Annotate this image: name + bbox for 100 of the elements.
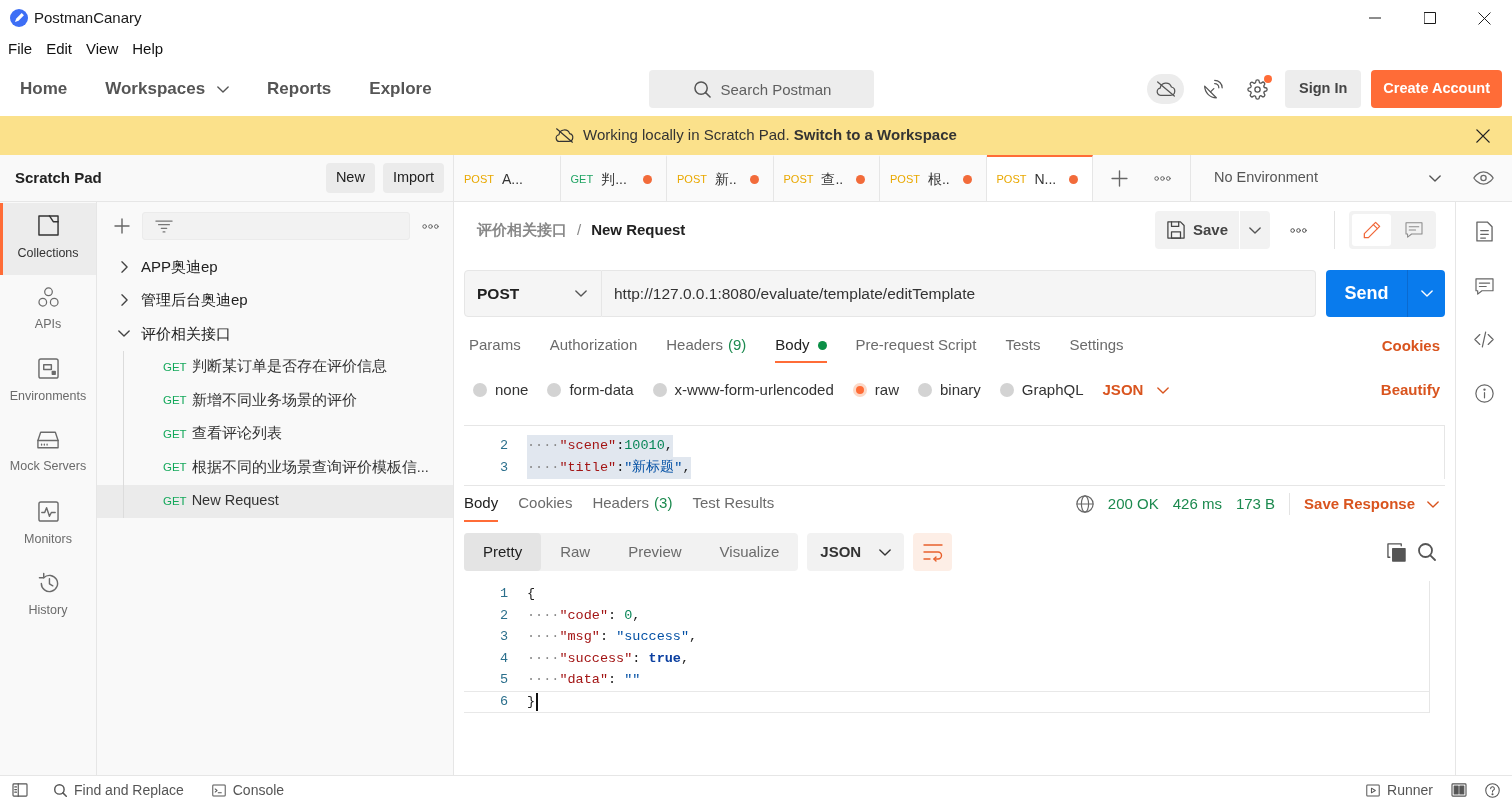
two-pane-icon[interactable] [1451, 783, 1467, 797]
request-tab[interactable]: POST A... [454, 155, 561, 201]
menu-item[interactable]: File [1, 38, 40, 60]
sidebar-button[interactable]: Import [382, 163, 444, 193]
save-response-button[interactable]: Save Response [1304, 492, 1439, 516]
help-icon[interactable] [1485, 782, 1500, 798]
environment-select[interactable]: No Environment [1190, 155, 1455, 201]
eye-icon[interactable] [1473, 171, 1494, 185]
radio-button[interactable] [999, 383, 1014, 397]
document-icon[interactable] [1475, 221, 1493, 242]
format-select[interactable]: JSON [1102, 378, 1170, 402]
sidebar-nav-item[interactable]: Environments [0, 346, 96, 418]
maximize-icon[interactable] [1423, 12, 1436, 24]
info-icon[interactable] [1474, 384, 1494, 403]
view-tab[interactable]: Pretty [464, 533, 542, 571]
wrap-lines-button[interactable] [913, 533, 953, 571]
sidebar-nav-item[interactable]: Mock Servers [0, 417, 96, 489]
body-type-option[interactable]: GraphQL [999, 378, 1084, 402]
code-icon[interactable] [1474, 331, 1494, 348]
window-title: PostmanCanary [34, 7, 142, 28]
request-tab[interactable]: POST 根.. [880, 155, 987, 201]
nav-link[interactable]: Workspaces [105, 76, 230, 102]
view-tab[interactable]: Preview [609, 533, 701, 571]
console-button[interactable]: Console [211, 779, 285, 801]
editor-tab[interactable]: Tests [1005, 330, 1041, 363]
request-tab[interactable]: POST 新.. [667, 155, 774, 201]
chevron-down-icon [1429, 174, 1441, 182]
sidebar-nav-item[interactable]: History [0, 560, 96, 632]
request-tab[interactable]: GET 判... [560, 155, 667, 201]
menu-item[interactable]: View [79, 38, 126, 60]
breadcrumb-link[interactable]: 评价相关接口 [477, 218, 567, 242]
satellite-dish-icon[interactable] [1203, 79, 1223, 99]
collection-item[interactable]: 评价相关接口 [97, 317, 453, 351]
radio-button[interactable] [652, 383, 667, 397]
more-icon[interactable] [1154, 175, 1171, 181]
code-line: } [527, 692, 536, 711]
response-tab[interactable]: Body [464, 486, 499, 522]
comment-icon[interactable] [1474, 278, 1494, 295]
body-type-option[interactable]: form-data [547, 378, 634, 402]
editor-tab[interactable]: Headers (9) [666, 330, 747, 363]
cloud-button[interactable] [1147, 74, 1184, 104]
method-select[interactable]: POST [464, 270, 602, 317]
radio-button[interactable] [473, 383, 487, 397]
beautify-link[interactable]: Beautify [1380, 378, 1440, 402]
nav-link[interactable]: Home [20, 76, 68, 102]
sidebar-nav-item[interactable]: APIs [0, 274, 96, 346]
radio-button[interactable] [917, 383, 932, 397]
runner-button[interactable]: Runner [1366, 779, 1433, 801]
switch-workspace-link[interactable]: Switch to a Workspace [793, 126, 957, 144]
menu-item[interactable]: Help [125, 38, 171, 60]
editor-tab[interactable]: Settings [1069, 330, 1124, 363]
format-select[interactable]: JSON [807, 533, 905, 571]
search-field[interactable]: Search Postman [648, 70, 874, 108]
close-icon[interactable] [1478, 11, 1491, 25]
copy-icon[interactable] [1387, 542, 1406, 562]
search-icon[interactable] [1418, 543, 1436, 561]
sidebar-button[interactable]: New [325, 163, 375, 193]
body-type-option[interactable]: binary [917, 378, 981, 402]
method-label: POST [890, 171, 920, 187]
view-tab[interactable]: Raw [541, 533, 610, 571]
sidebar-icon[interactable] [12, 783, 28, 797]
request-tab[interactable]: POST N... [986, 155, 1093, 201]
cookies-link[interactable]: Cookies [1381, 335, 1440, 358]
body-type-option[interactable]: x-www-form-urlencoded [652, 378, 834, 402]
more-icon[interactable] [422, 223, 439, 229]
plus-icon[interactable] [1111, 169, 1128, 187]
find-replace-button[interactable]: Find and Replace [54, 779, 184, 801]
close-icon[interactable] [1476, 128, 1490, 143]
editor-tab[interactable]: Body [775, 330, 827, 363]
editor-tab[interactable]: Params [469, 330, 521, 363]
response-tab[interactable]: Headers (3) [592, 486, 673, 522]
plus-icon[interactable] [114, 218, 130, 234]
more-icon[interactable] [1290, 227, 1307, 233]
mode-toggle-button[interactable] [1352, 214, 1391, 246]
body-type-option[interactable]: raw [852, 378, 899, 402]
line-number: 3 [498, 459, 508, 477]
nav-link[interactable]: Explore [369, 76, 432, 102]
response-tab[interactable]: Test Results [692, 486, 775, 522]
sidebar-nav-item[interactable]: Monitors [0, 489, 96, 561]
collection-item[interactable]: 管理后台奥迪ep [97, 283, 453, 317]
editor-tab[interactable]: Pre-request Script [855, 330, 977, 363]
request-item[interactable]: GET New Request [97, 484, 453, 518]
sign-in-button[interactable]: Sign In [1285, 70, 1362, 108]
menu-item[interactable]: Edit [39, 38, 80, 60]
request-tab[interactable]: POST 查.. [773, 155, 880, 201]
radio-button[interactable] [547, 383, 562, 397]
filter-field[interactable] [142, 212, 410, 240]
send-button[interactable]: Send [1326, 270, 1408, 317]
url-field[interactable]: http://127.0.0.1:8080/evaluate/template/editTemplate [602, 270, 1316, 317]
sidebar-nav-item[interactable]: Collections [0, 203, 96, 275]
collection-item[interactable]: APP奥迪ep [97, 250, 453, 284]
nav-link[interactable]: Reports [267, 76, 332, 102]
line-number: 5 [498, 671, 508, 690]
response-tab[interactable]: Cookies [518, 486, 573, 522]
minimize-icon[interactable] [1368, 17, 1381, 19]
radio-button[interactable] [852, 383, 867, 397]
editor-tab[interactable]: Authorization [549, 330, 638, 363]
settings-icon[interactable] [1247, 78, 1268, 100]
body-type-option[interactable]: none [473, 378, 529, 402]
view-tab[interactable]: Visualize [700, 533, 799, 571]
